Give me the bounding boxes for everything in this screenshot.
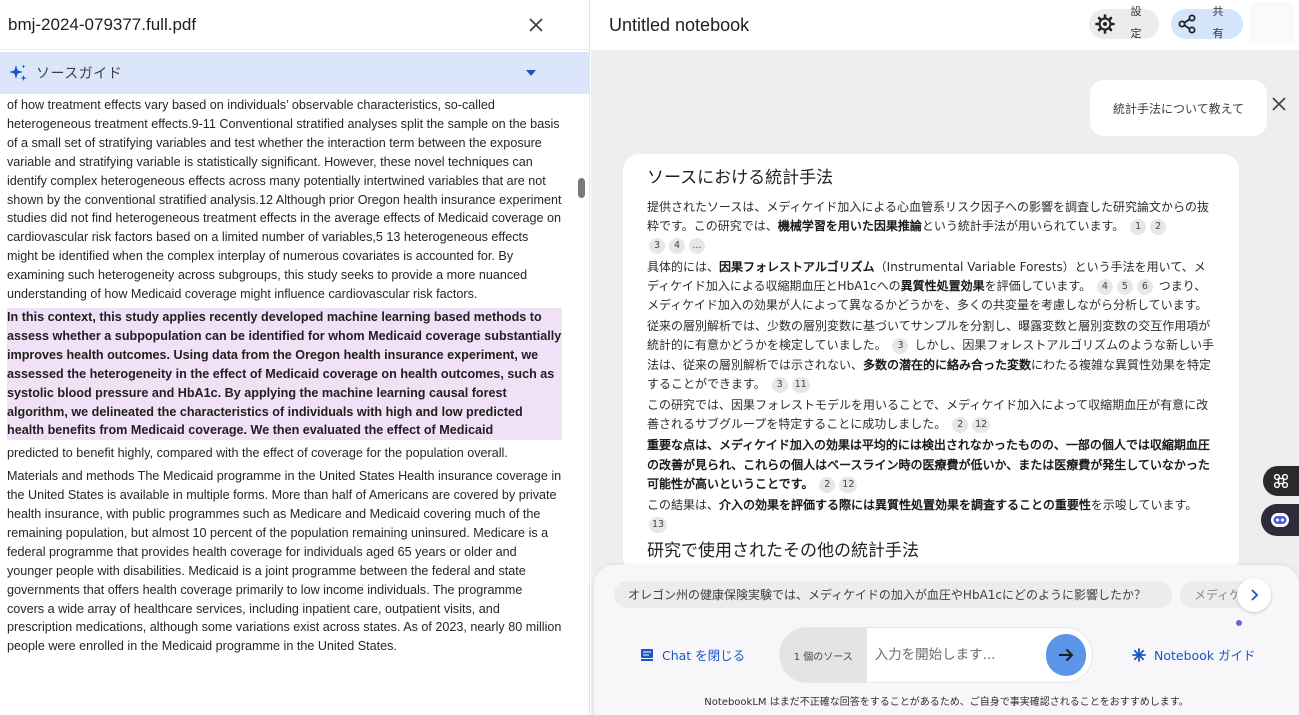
notebook-guide-button[interactable]: Notebook ガイド	[1132, 645, 1256, 664]
chat-pane: Untitled notebook 設定 共有 統計手法について教えて ソースに…	[591, 0, 1299, 715]
source-document-text: of how treatment effects vary based on i…	[0, 96, 574, 656]
source-guide-label: ソースガイド	[36, 66, 123, 82]
answer-paragraph: この結果は、介入の効果を評価する際には異質性処置効果を調査することの重要性を示唆…	[647, 496, 1217, 534]
answer-paragraph: この研究では、因果フォレストモデルを用いることで、メディケイド加入によって収縮期…	[647, 396, 1217, 434]
answer-bold-text: 機械学習を用いた因果推論	[777, 219, 922, 234]
chevron-down-icon	[526, 70, 536, 76]
close-icon	[529, 17, 543, 32]
send-button[interactable]	[1045, 634, 1086, 676]
arrow-right-icon	[1058, 648, 1074, 662]
account-avatar[interactable]	[1249, 2, 1295, 44]
doc-paragraph: Materials and methods The Medicaid progr…	[7, 469, 562, 654]
suggested-question-chip[interactable]: オレゴン州の健康保険実験では、メディケイドの加入が血圧やHbA1cにどのように影…	[614, 581, 1172, 608]
share-button[interactable]: 共有	[1171, 5, 1243, 40]
settings-label: 設定	[1130, 5, 1142, 40]
source-viewer-header: bmj-2024-079377.full.pdf	[0, 0, 589, 50]
citation-chip[interactable]: 4	[669, 238, 685, 255]
answer-text: を評価しています。	[984, 278, 1092, 293]
answer-text: を示唆しています。	[1090, 498, 1198, 513]
answer-next-heading: 研究で使用されたその他の統計手法	[647, 541, 919, 562]
float-tool-button[interactable]	[1263, 466, 1299, 496]
answer-paragraph: 提供されたソースは、メディケイド加入による心血管系リスク因子への影響を調査した研…	[647, 198, 1217, 256]
command-icon	[1273, 473, 1289, 489]
answer-bold-text: 多数の潜在的に絡み合った変数	[863, 357, 1032, 372]
assistant-extension-button[interactable]	[1261, 504, 1299, 536]
dismiss-query-button[interactable]	[1269, 94, 1289, 114]
citation-chip[interactable]: 3	[649, 238, 665, 255]
citation-chip[interactable]: 2	[819, 476, 836, 493]
citation-chip[interactable]: 12	[839, 476, 858, 493]
close-icon	[1272, 97, 1286, 111]
doc-paragraph: predicted to benefit highly, compared wi…	[7, 446, 508, 461]
gear-icon	[1095, 14, 1115, 34]
chat-icon	[641, 648, 653, 661]
carousel-indicator-dot	[1236, 620, 1242, 626]
answer-text: という統計手法が用いられています。	[921, 219, 1125, 234]
notebook-guide-label: Notebook ガイド	[1154, 648, 1256, 663]
user-query-bubble: 統計手法について教えて	[1090, 80, 1267, 136]
asterisk-icon	[1132, 647, 1146, 662]
source-viewer-pane: bmj-2024-079377.full.pdf ソースガイド of how t…	[0, 0, 590, 715]
chat-composer: オレゴン州の健康保険実験では、メディケイドの加入が血圧やHbA1cにどのように影…	[594, 565, 1299, 715]
close-chat-button[interactable]: Chat を閉じる	[640, 645, 745, 664]
chat-input-container: 1 個のソース	[780, 628, 1092, 682]
source-count-badge[interactable]: 1 個のソース	[780, 628, 867, 682]
citation-chip[interactable]: 1	[1130, 219, 1147, 236]
citation-chip[interactable]: 2	[1150, 219, 1167, 236]
citation-chip[interactable]: 3	[771, 376, 788, 393]
close-source-button[interactable]	[521, 10, 551, 40]
robot-icon	[1271, 513, 1289, 527]
answer-bold-text: 因果フォレストアルゴリズム	[719, 259, 875, 274]
source-guide-toggle[interactable]: ソースガイド	[0, 52, 589, 94]
source-file-title: bmj-2024-079377.full.pdf	[8, 14, 197, 34]
settings-button[interactable]: 設定	[1089, 5, 1159, 40]
citation-chip[interactable]: 5	[1116, 278, 1133, 295]
citation-chip[interactable]: 13	[649, 517, 668, 534]
answer-paragraph: 具体的には、因果フォレストアルゴリズム（Instrumental Variabl…	[647, 258, 1217, 316]
answer-paragraph: 従来の層別解析では、少数の層別変数に基づいてサンプルを分割し、曝露変数と層別変数…	[647, 317, 1217, 394]
chat-input[interactable]	[866, 628, 1046, 682]
answer-card: ソースにおける統計手法 提供されたソースは、メディケイド加入による心血管系リスク…	[623, 154, 1239, 574]
answer-title: ソースにおける統計手法	[647, 168, 834, 188]
citation-chip[interactable]: 3	[892, 338, 909, 355]
citation-chip[interactable]: 4	[1096, 278, 1113, 295]
doc-highlighted-paragraph: In this context, this study applies rece…	[7, 307, 562, 441]
next-suggestions-button[interactable]	[1237, 578, 1271, 612]
share-icon	[1178, 14, 1196, 34]
citation-chip[interactable]: 12	[972, 417, 991, 434]
citation-chip[interactable]: 6	[1136, 278, 1153, 295]
citation-chip[interactable]: 2	[952, 417, 969, 434]
answer-text: 具体的には、	[647, 259, 720, 274]
doc-paragraph: of how treatment effects vary based on i…	[7, 98, 562, 302]
answer-bold-text: 介入の効果を評価する際には異質性処置効果を調査することの重要性	[719, 498, 1091, 513]
answer-bold-text: 異質性処置効果	[900, 278, 985, 293]
citation-chip[interactable]: 11	[791, 376, 810, 393]
close-chat-label: Chat を閉じる	[662, 648, 746, 663]
answer-bold-text: 重要な点は、メディケイド加入の効果は平均的には検出されなかったものの、一部の個人…	[647, 438, 1210, 491]
disclaimer-text: NotebookLM はまだ不正確な回答をすることがあるため、ご自身で事実確認さ…	[704, 697, 1189, 708]
scrollbar-thumb[interactable]	[578, 178, 585, 198]
chevron-right-icon	[1251, 589, 1259, 601]
share-label: 共有	[1212, 5, 1224, 40]
answer-text: この結果は、	[647, 498, 720, 513]
answer-paragraph: 重要な点は、メディケイド加入の効果は平均的には検出されなかったものの、一部の個人…	[647, 436, 1217, 494]
sparkle-icon	[9, 64, 27, 81]
answer-text: この研究では、因果フォレストモデルを用いることで、メディケイド加入によって収縮期…	[647, 398, 1209, 432]
notebook-header: Untitled notebook 設定 共有	[591, 0, 1299, 50]
citation-more-chip[interactable]: ...	[689, 238, 705, 255]
